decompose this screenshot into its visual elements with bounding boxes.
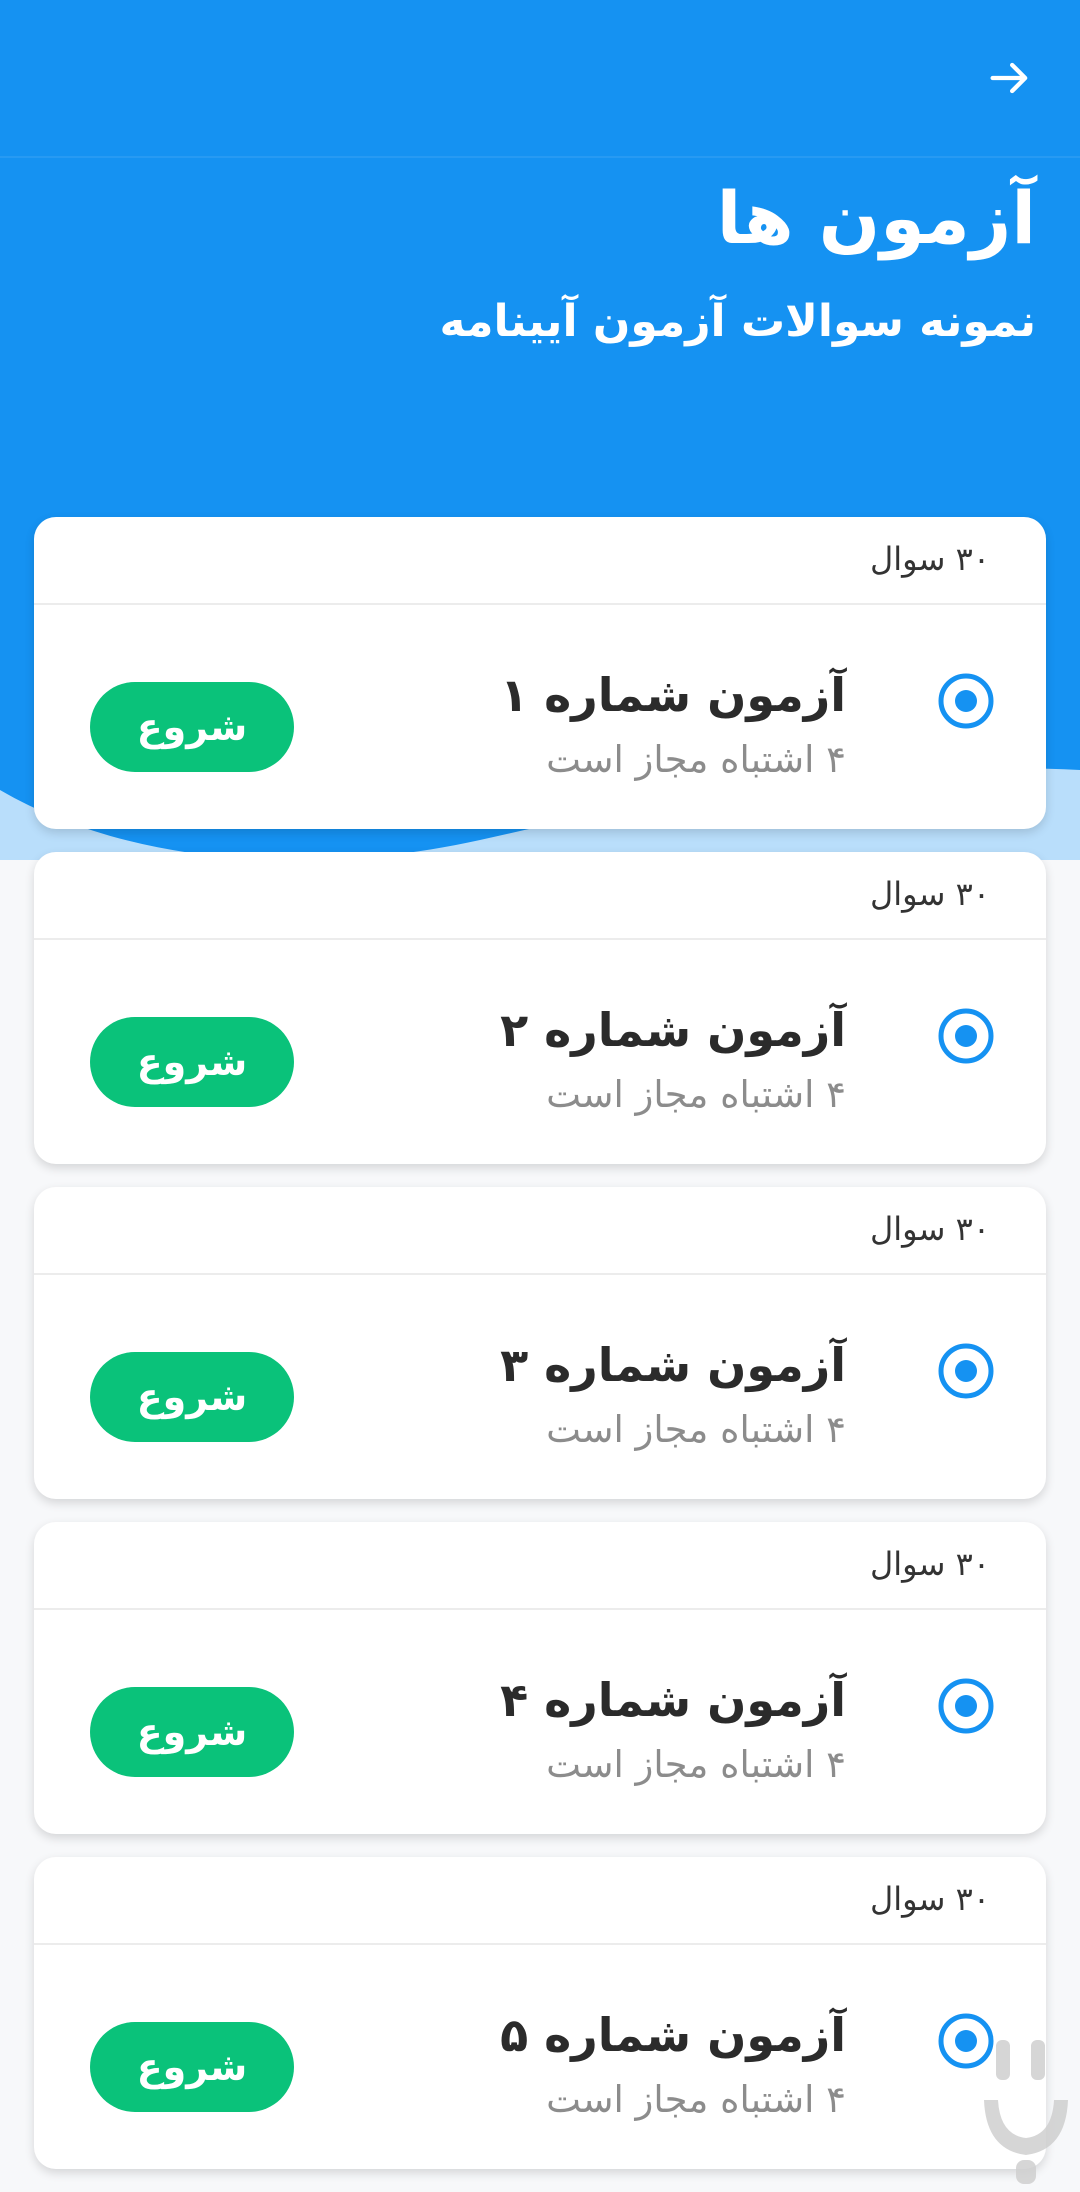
exam-card-header: ۳۰ سوال [34, 1187, 1046, 1275]
exam-card[interactable]: ۳۰ سوال آزمون شماره ۳ ۴ اشتباه مجاز است … [34, 1187, 1046, 1499]
start-exam-button[interactable]: شروع [90, 682, 294, 772]
exam-card[interactable]: ۳۰ سوال آزمون شماره ۱ ۴ اشتباه مجاز است … [34, 517, 1046, 829]
exam-allowed-mistakes: ۴ اشتباه مجاز است [546, 2078, 846, 2121]
question-count: ۳۰ سوال [869, 1545, 990, 1583]
question-count: ۳۰ سوال [869, 1210, 990, 1248]
top-app-bar [0, 0, 1080, 158]
question-count: ۳۰ سوال [869, 875, 990, 913]
exam-list: ۳۰ سوال آزمون شماره ۱ ۴ اشتباه مجاز است … [34, 517, 1046, 2192]
arrow-right-icon [990, 62, 1028, 94]
store-logo-watermark [984, 2040, 1068, 2184]
exam-allowed-mistakes: ۴ اشتباه مجاز است [546, 1743, 846, 1786]
radio-selected-icon [938, 1678, 994, 1734]
exam-card-header: ۳۰ سوال [34, 517, 1046, 605]
page-subtitle: نمونه سوالات آزمون آیینامه [439, 296, 1036, 347]
back-button[interactable] [970, 38, 1050, 118]
exam-card-header: ۳۰ سوال [34, 1522, 1046, 1610]
exam-card[interactable]: ۳۰ سوال آزمون شماره ۴ ۴ اشتباه مجاز است … [34, 1522, 1046, 1834]
exam-card[interactable]: ۳۰ سوال آزمون شماره ۵ ۴ اشتباه مجاز است … [34, 1857, 1046, 2169]
exam-allowed-mistakes: ۴ اشتباه مجاز است [546, 1408, 846, 1451]
radio-selected-icon [938, 673, 994, 729]
exam-title: آزمون شماره ۴ [500, 1673, 846, 1727]
exam-title: آزمون شماره ۱ [500, 668, 846, 722]
exam-allowed-mistakes: ۴ اشتباه مجاز است [546, 1073, 846, 1116]
exam-title: آزمون شماره ۵ [500, 2008, 846, 2062]
start-exam-button[interactable]: شروع [90, 1687, 294, 1777]
exam-card-header: ۳۰ سوال [34, 1857, 1046, 1945]
exam-allowed-mistakes: ۴ اشتباه مجاز است [546, 738, 846, 781]
start-exam-button[interactable]: شروع [90, 1017, 294, 1107]
page-title: آزمون ها [716, 176, 1036, 260]
question-count: ۳۰ سوال [869, 540, 990, 578]
start-exam-button[interactable]: شروع [90, 1352, 294, 1442]
start-exam-button[interactable]: شروع [90, 2022, 294, 2112]
radio-selected-icon [938, 1008, 994, 1064]
exam-card-header: ۳۰ سوال [34, 852, 1046, 940]
question-count: ۳۰ سوال [869, 1880, 990, 1918]
exam-title: آزمون شماره ۲ [500, 1003, 846, 1057]
exam-title: آزمون شماره ۳ [500, 1338, 846, 1392]
exam-card[interactable]: ۳۰ سوال آزمون شماره ۲ ۴ اشتباه مجاز است … [34, 852, 1046, 1164]
radio-selected-icon [938, 1343, 994, 1399]
